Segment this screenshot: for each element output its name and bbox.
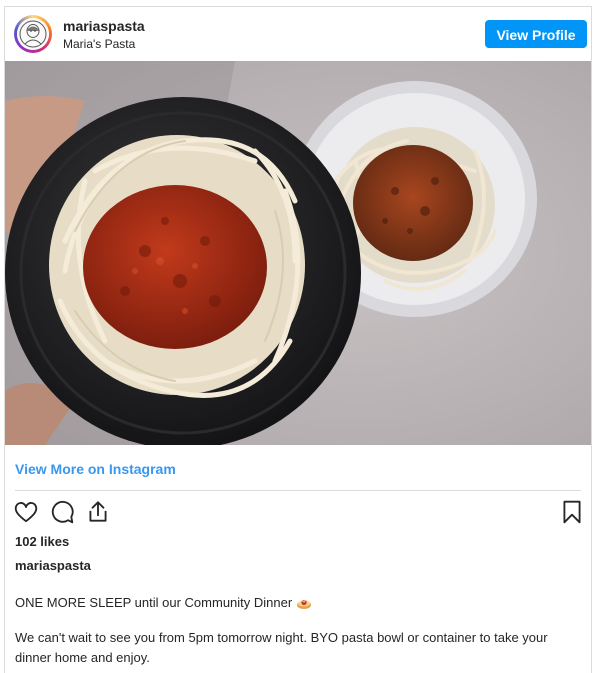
view-more-on-instagram-link[interactable]: View More on Instagram (15, 461, 176, 477)
caption-text: ONE MORE SLEEP until our Community Dinne… (15, 595, 293, 610)
username[interactable]: mariaspasta (63, 18, 145, 34)
post-header: mariaspasta Maria's Pasta View Profile (5, 7, 591, 61)
caption-line-1: ONE MORE SLEEP until our Community Dinne… (15, 594, 312, 613)
likes-count[interactable]: 102 likes (15, 534, 69, 549)
post-photo[interactable] (5, 61, 591, 445)
avatar[interactable] (14, 15, 52, 53)
account-full-name: Maria's Pasta (63, 37, 136, 51)
caption-paragraph: We can't wait to see you from 5pm tomorr… (15, 630, 548, 665)
bookmark-icon[interactable] (559, 499, 585, 525)
heart-icon[interactable] (13, 499, 39, 525)
spaghetti-emoji-icon (296, 594, 312, 613)
instagram-embed-card: mariaspasta Maria's Pasta View Profile V… (4, 6, 592, 673)
view-profile-button[interactable]: View Profile (485, 20, 587, 48)
share-icon[interactable] (85, 499, 111, 525)
caption-username[interactable]: mariaspasta (15, 558, 91, 573)
divider (15, 490, 581, 491)
comment-icon[interactable] (49, 499, 75, 525)
